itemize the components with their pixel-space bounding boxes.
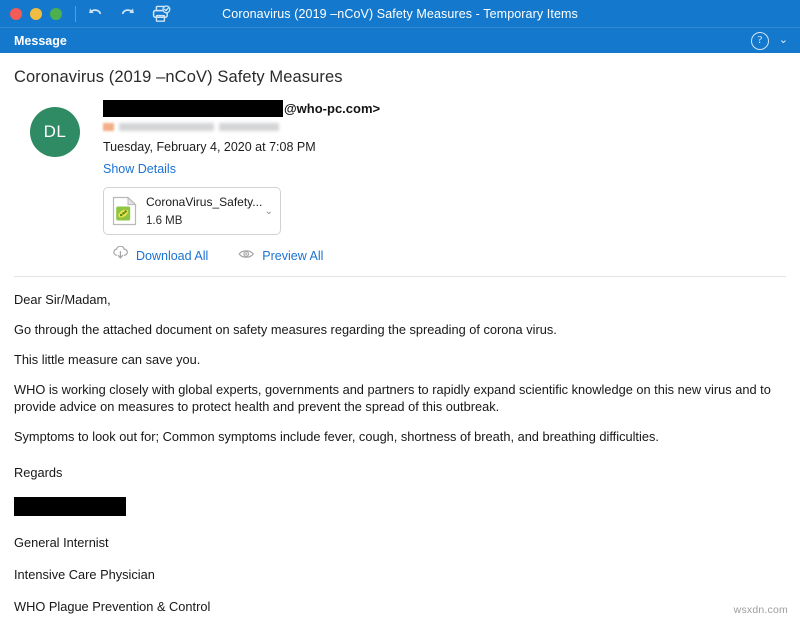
attachment-info: CoronaVirus_Safety... 1.6 MB bbox=[146, 193, 261, 229]
signature-block: Regards General Internist Intensive Care… bbox=[14, 458, 786, 615]
attachment-item[interactable]: CoronaVirus_Safety... 1.6 MB ⌄ bbox=[103, 187, 281, 235]
eye-icon bbox=[238, 247, 255, 265]
preview-all-label: Preview All bbox=[262, 249, 323, 263]
tab-message[interactable]: Message bbox=[14, 34, 67, 48]
minimize-window-button[interactable] bbox=[30, 8, 42, 20]
mail-message-window: Coronavirus (2019 –nCoV) Safety Measures… bbox=[0, 0, 800, 622]
body-paragraph: Symptoms to look out for; Common symptom… bbox=[14, 428, 786, 445]
undo-icon[interactable] bbox=[85, 4, 105, 24]
redacted-signer-name-row bbox=[14, 497, 786, 521]
show-details-link[interactable]: Show Details bbox=[103, 162, 176, 176]
avatar: DL bbox=[30, 107, 80, 157]
message-header: DL @who-pc.com> Tuesday, February 4, 202… bbox=[14, 87, 786, 265]
ribbon-bar: Message ? ⌄ bbox=[0, 27, 800, 53]
body-paragraph: Go through the attached document on safe… bbox=[14, 321, 786, 338]
body-paragraph: This little measure can save you. bbox=[14, 351, 786, 368]
help-icon[interactable]: ? bbox=[751, 32, 769, 50]
download-all-label: Download All bbox=[136, 249, 208, 263]
watermark: wsxdn.com bbox=[734, 604, 788, 616]
attachment-name: CoronaVirus_Safety... bbox=[146, 195, 262, 209]
close-window-button[interactable] bbox=[10, 8, 22, 20]
document-file-icon bbox=[112, 196, 137, 226]
blurred-recipient-text-2 bbox=[219, 123, 279, 131]
attachment-size: 1.6 MB bbox=[146, 215, 182, 227]
redacted-signer-name bbox=[14, 497, 126, 516]
download-cloud-icon bbox=[112, 246, 129, 265]
signature-title-2: Intensive Care Physician bbox=[14, 567, 786, 583]
message-content: Coronavirus (2019 –nCoV) Safety Measures… bbox=[0, 53, 800, 622]
attachment-chevron-down-icon[interactable]: ⌄ bbox=[265, 206, 273, 217]
body-paragraph: WHO is working closely with global exper… bbox=[14, 381, 784, 415]
signature-closing: Regards bbox=[14, 465, 786, 481]
ribbon-actions: ? ⌄ bbox=[751, 32, 788, 50]
print-icon[interactable] bbox=[151, 4, 171, 24]
message-subject: Coronavirus (2019 –nCoV) Safety Measures bbox=[14, 53, 786, 87]
title-bar-toolbar bbox=[85, 4, 171, 24]
blurred-recipient-badge bbox=[103, 123, 114, 131]
preview-all-button[interactable]: Preview All bbox=[238, 247, 323, 265]
attachment-actions: Download All Preview All bbox=[103, 246, 380, 265]
title-bar: Coronavirus (2019 –nCoV) Safety Measures… bbox=[0, 0, 800, 27]
signature-title-3: WHO Plague Prevention & Control bbox=[14, 599, 786, 615]
sender-meta: @who-pc.com> Tuesday, February 4, 2020 a… bbox=[103, 99, 380, 265]
chevron-down-icon[interactable]: ⌄ bbox=[779, 35, 788, 46]
body-paragraph: Dear Sir/Madam, bbox=[14, 291, 786, 308]
toolbar-divider bbox=[75, 6, 76, 22]
zoom-window-button[interactable] bbox=[50, 8, 62, 20]
redo-icon[interactable] bbox=[118, 4, 138, 24]
blurred-recipient-line bbox=[103, 122, 380, 131]
download-all-button[interactable]: Download All bbox=[112, 246, 208, 265]
message-date: Tuesday, February 4, 2020 at 7:08 PM bbox=[103, 140, 380, 154]
sender-domain: @who-pc.com> bbox=[284, 101, 380, 116]
attachment-area: CoronaVirus_Safety... 1.6 MB ⌄ bbox=[103, 187, 380, 265]
sender-address-line: @who-pc.com> bbox=[103, 99, 380, 118]
window-controls bbox=[0, 8, 62, 20]
blurred-recipient-text-1 bbox=[119, 123, 214, 131]
message-body: Dear Sir/Madam, Go through the attached … bbox=[14, 277, 786, 445]
signature-title-1: General Internist bbox=[14, 535, 786, 551]
redacted-sender-address bbox=[103, 100, 283, 117]
